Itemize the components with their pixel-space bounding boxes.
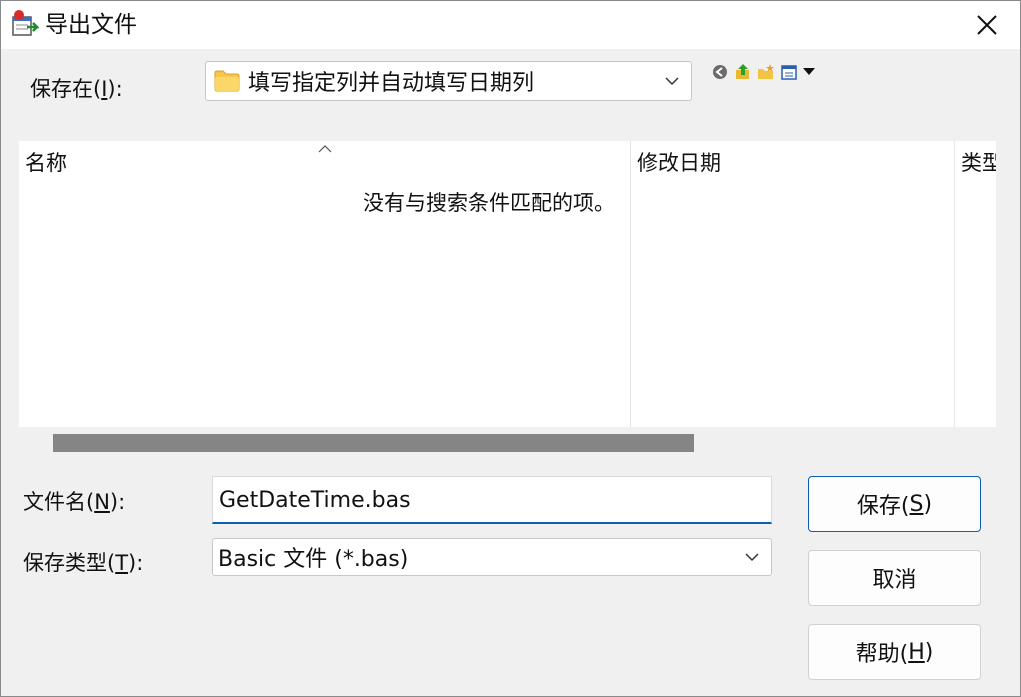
help-button-label: 帮助( — [855, 642, 909, 667]
column-header-modified-date[interactable]: 修改日期 — [637, 147, 721, 177]
file-type-value: Basic 文件 (*.bas) — [218, 547, 409, 572]
file-name-field[interactable] — [212, 476, 772, 524]
close-button[interactable] — [954, 1, 1020, 49]
empty-list-message: 没有与搜索条件匹配的项。 — [363, 191, 615, 215]
sort-ascending-icon — [318, 145, 332, 153]
file-type-label: 保存类型(T): — [23, 550, 143, 576]
save-in-dropdown[interactable]: 填写指定列并自动填写日期列 — [205, 61, 692, 101]
file-name-label-text: 文件名( — [23, 490, 95, 514]
file-type-dropdown[interactable]: Basic 文件 (*.bas) — [212, 538, 772, 576]
save-button-label-suffix: ) — [923, 491, 933, 517]
dialog-title: 导出文件 — [45, 12, 137, 38]
file-name-input[interactable] — [217, 481, 761, 519]
file-name-accesskey: N — [94, 490, 110, 514]
new-folder-icon[interactable] — [757, 63, 775, 81]
save-in-label-text: 保存在( — [30, 77, 102, 101]
up-folder-icon[interactable] — [734, 63, 752, 81]
save-in-folder-name: 填写指定列并自动填写日期列 — [248, 71, 535, 96]
help-button-label-suffix: ) — [924, 639, 934, 665]
cancel-button[interactable]: 取消 — [808, 550, 981, 606]
chevron-down-icon — [665, 77, 679, 86]
help-accesskey: H — [908, 639, 925, 665]
export-file-dialog: 导出文件 保存在(I): 填写指定列并自动填写日期列 名称 修改日期 类 没有与… — [0, 0, 1021, 697]
file-type-label-suffix: ): — [128, 551, 144, 575]
horizontal-scrollbar-thumb[interactable] — [53, 434, 694, 452]
file-list[interactable]: 名称 修改日期 类型 没有与搜索条件匹配的项。 — [19, 141, 996, 427]
folder-icon — [214, 70, 240, 92]
cancel-button-label: 取消 — [872, 568, 917, 593]
file-type-label-text: 保存类型( — [23, 551, 116, 575]
close-icon — [977, 15, 997, 35]
save-accesskey: S — [909, 491, 924, 517]
help-button[interactable]: 帮助(H) — [808, 624, 981, 680]
app-icon — [12, 10, 39, 36]
column-header-type[interactable]: 类型 — [961, 147, 996, 177]
save-button-label: 保存( — [856, 494, 910, 519]
save-in-label-suffix: ): — [107, 77, 123, 101]
view-menu-icon[interactable] — [781, 63, 819, 81]
save-in-label: 保存在(I): — [30, 76, 123, 102]
column-header-name[interactable]: 名称 — [25, 147, 67, 177]
save-button[interactable]: 保存(S) — [808, 476, 981, 532]
column-divider[interactable] — [630, 141, 631, 427]
file-type-accesskey: T — [115, 551, 129, 575]
chevron-down-icon — [745, 553, 759, 562]
file-name-label-suffix: ): — [109, 490, 126, 514]
file-name-label: 文件名(N): — [23, 489, 125, 515]
title-bar: 导出文件 — [1, 1, 1020, 49]
column-divider[interactable] — [954, 141, 955, 427]
back-icon[interactable] — [711, 63, 729, 81]
